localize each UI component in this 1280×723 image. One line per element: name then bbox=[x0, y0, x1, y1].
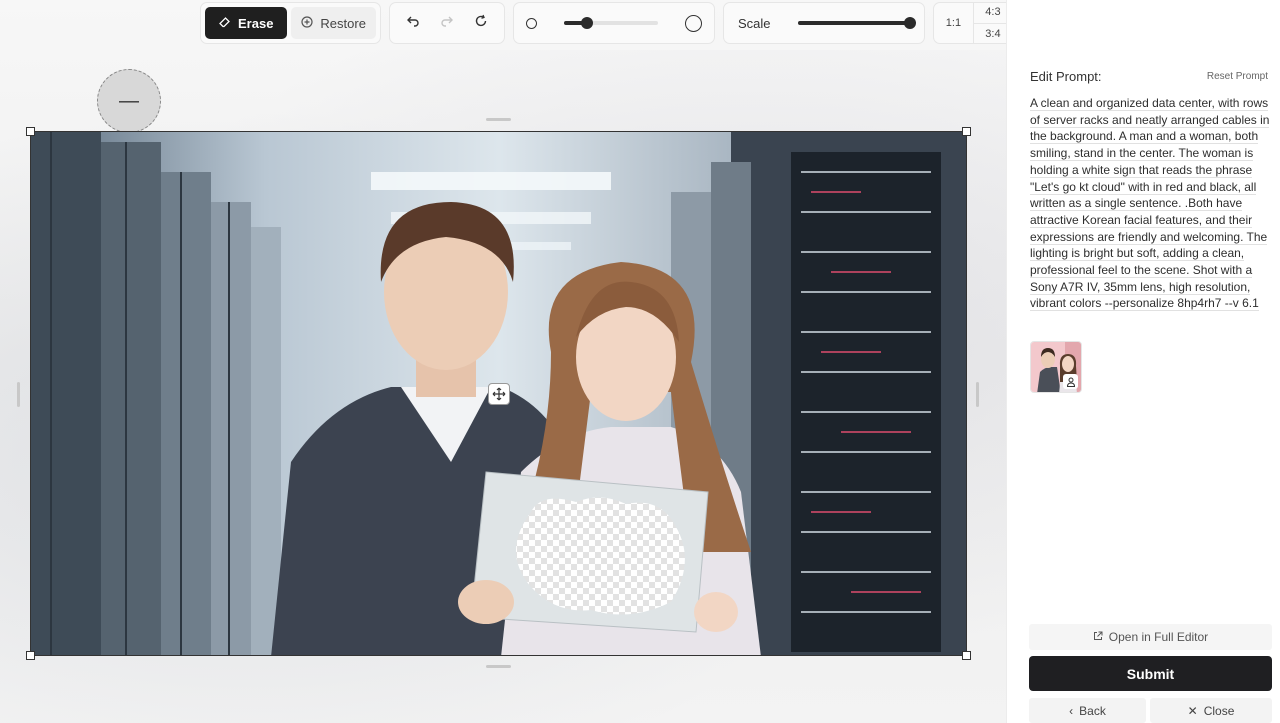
large-brush-icon bbox=[684, 14, 702, 32]
chevron-left-icon: ‹ bbox=[1069, 703, 1074, 718]
bottom-resize-bar[interactable] bbox=[486, 665, 511, 668]
external-link-icon bbox=[1093, 630, 1103, 644]
reset-icon bbox=[474, 14, 488, 32]
prompt-line: professional feel to the scene. Shot wit… bbox=[1030, 263, 1253, 279]
toolbar: Erase Restore Scale 1:1 4:3 3:4 bbox=[200, 2, 1006, 44]
prompt-line: lighting is bright but soft, adding a cl… bbox=[1030, 246, 1245, 262]
scale-label: Scale bbox=[737, 15, 771, 31]
side-panel: Edit Prompt: Reset Prompt A clean and or… bbox=[1006, 0, 1280, 723]
redo-button[interactable] bbox=[430, 7, 464, 39]
prompt-line: of server racks and neatly arranged cabl… bbox=[1030, 112, 1270, 128]
back-label: Back bbox=[1079, 703, 1106, 718]
ratio-option-4-3[interactable]: 4:3 bbox=[974, 2, 1006, 23]
person-icon bbox=[1063, 374, 1078, 389]
submit-label: Submit bbox=[1126, 665, 1175, 682]
edit-prompt-label: Edit Prompt: bbox=[1030, 69, 1102, 84]
restore-button[interactable]: Restore bbox=[291, 7, 376, 39]
resize-handle-bottom-left[interactable] bbox=[26, 651, 35, 660]
right-resize-bar[interactable] bbox=[976, 382, 979, 407]
reference-thumbnail[interactable] bbox=[1030, 341, 1082, 393]
prompt-line: the background. A man and a woman, both bbox=[1030, 129, 1259, 145]
left-resize-bar[interactable] bbox=[17, 382, 20, 407]
prompt-line: Sony A7R IV, 35mm lens, high resolution, bbox=[1030, 279, 1251, 295]
aspect-ratio-group: 1:1 4:33:43:22:316:99:162:11:2 bbox=[932, 2, 1006, 44]
panel-header: Edit Prompt: Reset Prompt bbox=[1030, 69, 1268, 84]
scale-fill bbox=[797, 21, 910, 25]
move-icon[interactable] bbox=[488, 383, 510, 405]
restore-icon bbox=[301, 15, 314, 31]
resize-handle-bottom-right[interactable] bbox=[962, 651, 971, 660]
prompt-textarea[interactable]: A clean and organized data center, with … bbox=[1030, 95, 1270, 312]
close-button[interactable]: ✕ Close bbox=[1150, 698, 1272, 723]
ratio-column: 4:3 3:4 bbox=[973, 2, 1006, 45]
resize-handle-top-right[interactable] bbox=[962, 127, 971, 136]
reset-button[interactable] bbox=[464, 7, 498, 39]
prompt-line: holding a white sign that reads the phra… bbox=[1030, 162, 1253, 178]
brush-size-slider[interactable] bbox=[563, 17, 658, 29]
brush-size-thumb[interactable] bbox=[581, 17, 594, 29]
undo-icon bbox=[406, 14, 420, 32]
close-label: Close bbox=[1203, 703, 1235, 718]
prompt-line: A clean and organized data center, with … bbox=[1030, 96, 1269, 111]
brush-cursor: — bbox=[97, 69, 161, 133]
open-full-editor-button[interactable]: Open in Full Editor bbox=[1029, 624, 1272, 650]
erase-button[interactable]: Erase bbox=[205, 7, 288, 39]
open-editor-label: Open in Full Editor bbox=[1108, 630, 1209, 644]
scale-slider[interactable] bbox=[797, 17, 916, 29]
close-icon: ✕ bbox=[1187, 703, 1198, 718]
eraser-icon bbox=[219, 16, 231, 31]
resize-handle-top-left[interactable] bbox=[26, 127, 35, 136]
erase-label: Erase bbox=[238, 15, 274, 31]
canvas-area[interactable]: Erase Restore Scale 1:1 4:3 3:4 — bbox=[0, 0, 1006, 723]
redo-icon bbox=[440, 14, 454, 32]
back-button[interactable]: ‹ Back bbox=[1029, 698, 1146, 723]
restore-label: Restore bbox=[320, 15, 366, 31]
reset-prompt-button[interactable]: Reset Prompt bbox=[1207, 71, 1268, 82]
prompt-line: written as a single sentence. .Both have bbox=[1030, 196, 1243, 212]
history-group bbox=[388, 2, 505, 44]
prompt-line: smiling, stand in the center. The woman … bbox=[1030, 146, 1254, 162]
scale-thumb[interactable] bbox=[903, 17, 916, 29]
prompt-line: expressions are friendly and welcoming. … bbox=[1030, 229, 1268, 245]
top-resize-bar[interactable] bbox=[486, 118, 511, 121]
image-frame[interactable] bbox=[26, 127, 971, 660]
aspect-ratio-grid: 1:1 4:33:43:22:316:99:162:11:2 bbox=[934, 2, 1006, 44]
prompt-line: "Let's go kt cloud" with in red and blac… bbox=[1030, 179, 1257, 195]
prompt-line: vibrant colors --personalize 8hp4rh7 --v… bbox=[1030, 296, 1259, 312]
submit-button[interactable]: Submit bbox=[1029, 656, 1272, 691]
small-brush-icon bbox=[525, 17, 537, 29]
ratio-option-3-4[interactable]: 3:4 bbox=[973, 22, 1006, 45]
scale-group: Scale bbox=[722, 2, 925, 44]
minus-icon: — bbox=[119, 89, 139, 112]
ratio-option-1-1[interactable]: 1:1 bbox=[934, 2, 974, 44]
undo-button[interactable] bbox=[396, 7, 430, 39]
prompt-line: attractive Korean facial features, and t… bbox=[1030, 212, 1253, 228]
brush-size-group bbox=[512, 2, 715, 44]
mode-group: Erase Restore bbox=[200, 2, 381, 44]
